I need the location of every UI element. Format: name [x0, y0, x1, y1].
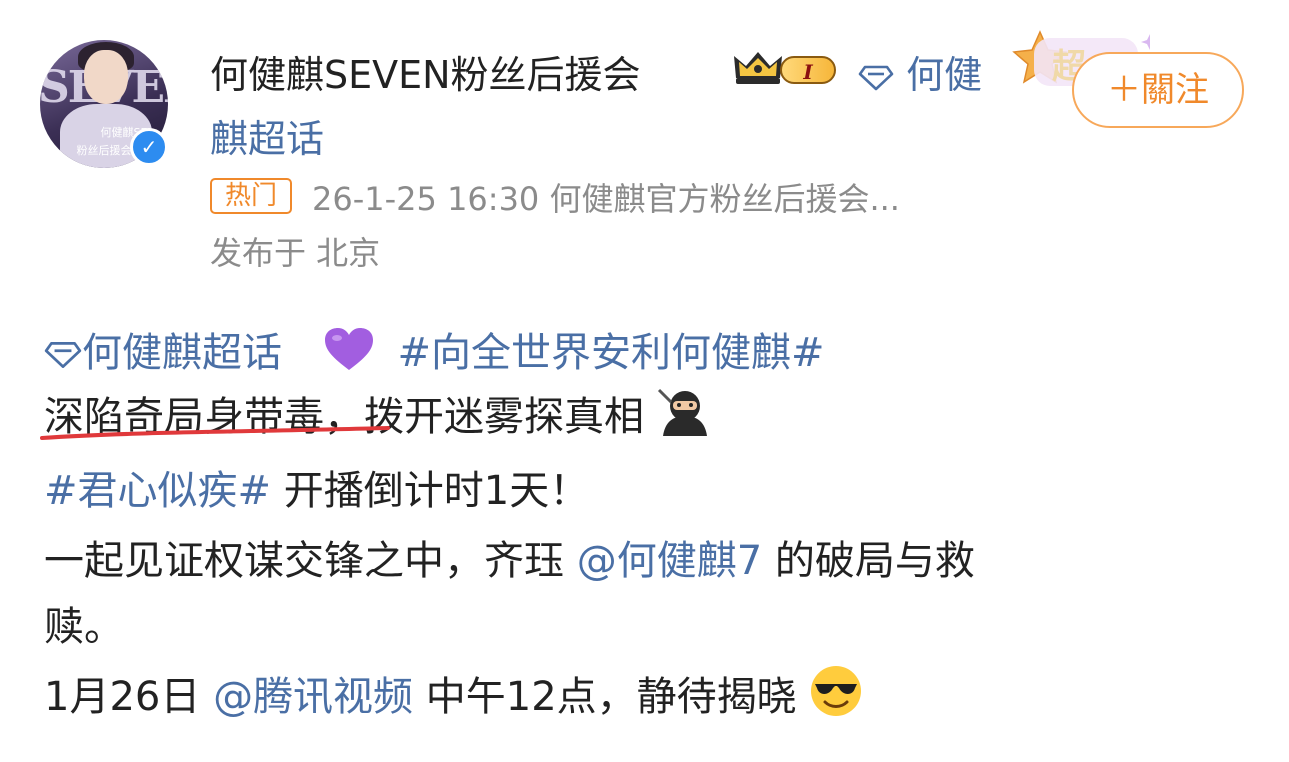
diamond-icon	[858, 65, 894, 90]
post-line-4-before: 一起见证权谋交锋之中，齐珏	[44, 538, 577, 584]
post-line-6: 1月26日 @腾讯视频 中午12点，静待揭晓	[44, 664, 863, 722]
sunglasses-icon	[811, 666, 862, 716]
post-line-5-text: 赎。	[44, 604, 124, 650]
follow-button[interactable]: ＋關注	[1072, 52, 1244, 128]
hashtag-link-2[interactable]: #君心似疾#	[44, 468, 271, 514]
post-location: 发布于 北京	[210, 234, 381, 272]
post-line-1: 何健麒超话 #向全世界安利何健麒#	[44, 320, 824, 378]
diamond-icon	[44, 342, 82, 368]
post-line-4: 一起见证权谋交锋之中，齐珏 @何健麒7 的破局与救	[44, 528, 975, 586]
mention-link-2[interactable]: @腾讯视频	[213, 674, 413, 720]
red-underline	[40, 426, 390, 440]
purple-heart-icon	[324, 328, 373, 370]
avatar-face	[84, 50, 128, 104]
post-line-4-after: 的破局与救	[762, 538, 975, 584]
post-time-source: 26-1-25 16:30 何健麒官方粉丝后援会...	[312, 180, 900, 218]
crown-icon	[734, 52, 782, 84]
supertopic-tag-label: 何健麒超话	[82, 330, 282, 376]
supertopic-link-cont[interactable]: 麒超话	[210, 108, 324, 163]
post-line-3: #君心似疾# 开播倒计时1天！	[44, 458, 589, 516]
verified-icon: ✓	[130, 128, 168, 166]
supertopic-link[interactable]: 何健	[858, 44, 982, 99]
hot-badge: 热门	[210, 178, 292, 214]
mention-link-1[interactable]: @何健麒7	[577, 538, 762, 584]
supertopic-tag[interactable]: 何健麒超话	[44, 330, 295, 376]
author-name[interactable]: 何健麒SEVEN粉丝后援会	[210, 44, 641, 99]
supertopic-label-cont: 麒超话	[210, 117, 325, 161]
supertopic-label: 何健	[906, 53, 983, 97]
post-line-6-before: 1月26日	[44, 674, 214, 720]
post-line-3-rest: 开播倒计时1天！	[271, 468, 590, 514]
rank-badge: I	[780, 56, 836, 84]
post-line-5: 赎。	[44, 594, 124, 652]
ninja-icon	[657, 388, 707, 436]
hashtag-link-1[interactable]: #向全世界安利何健麒#	[397, 330, 824, 376]
post-line-6-after: 中午12点，静待揭晓	[413, 674, 797, 720]
